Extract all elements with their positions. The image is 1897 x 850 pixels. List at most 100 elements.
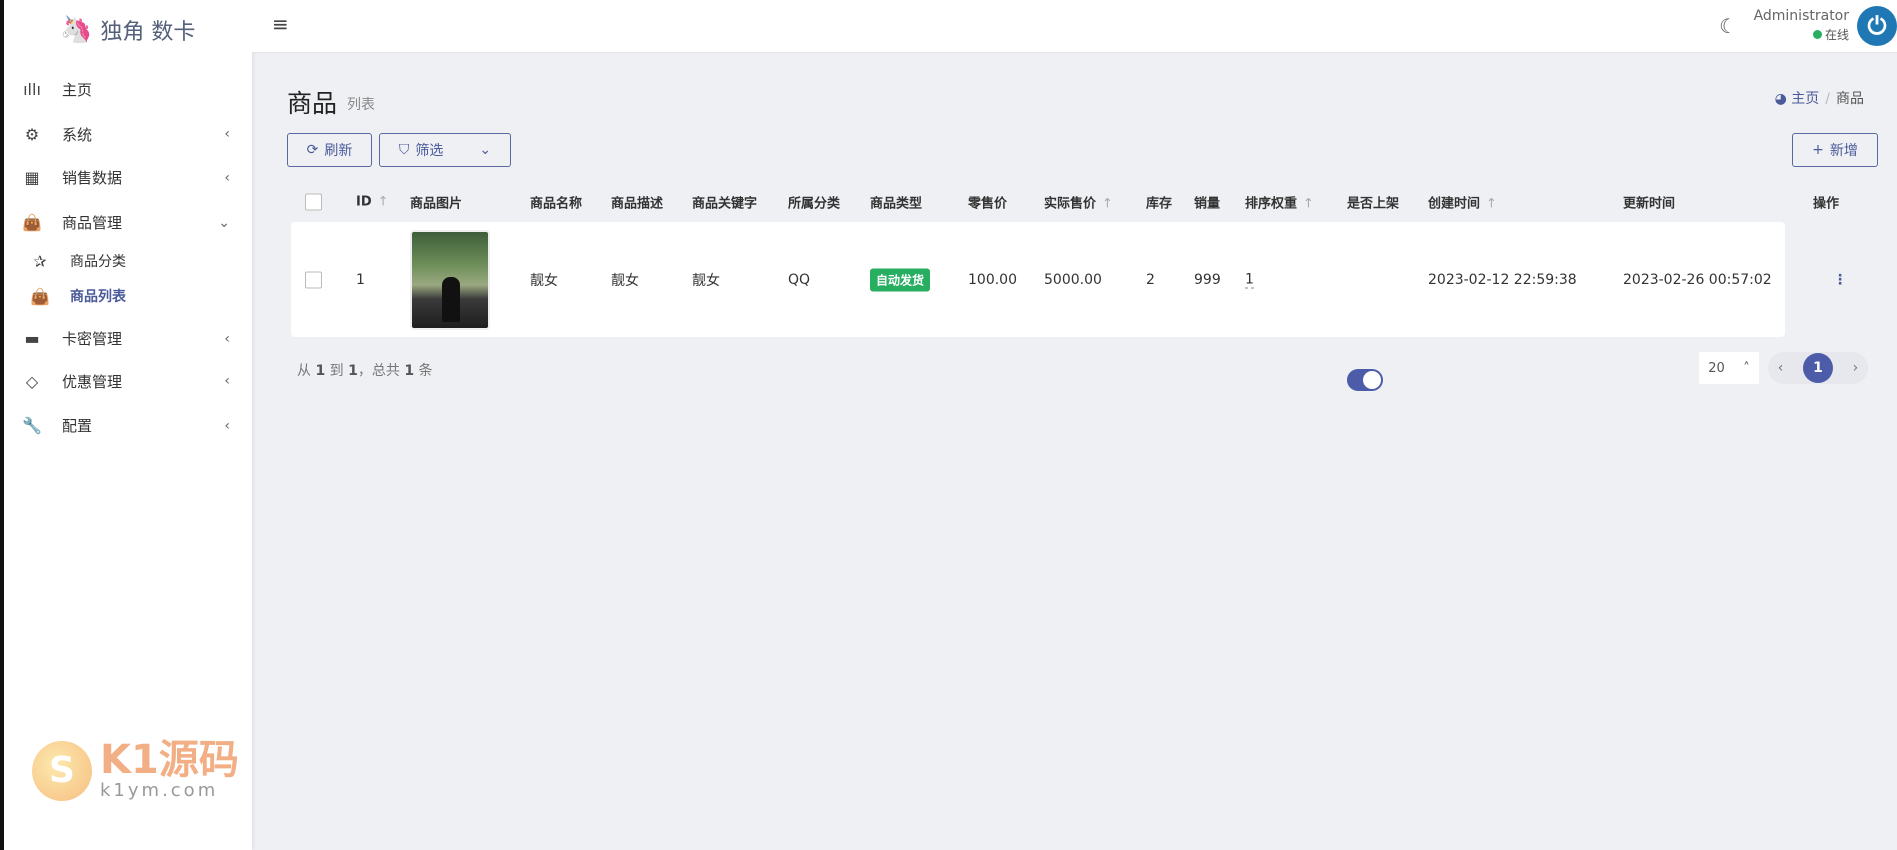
pagination-summary: 从 1 到 1，总共 1 条	[297, 360, 433, 380]
watermark-text: K1源码	[100, 737, 239, 783]
column-header: 库存	[1146, 193, 1172, 212]
column-header: 商品关键字	[692, 193, 757, 212]
filter-button[interactable]: ⛉ 筛选 ⌄	[379, 133, 511, 167]
sidebar-item-label: 商品管理	[62, 214, 123, 233]
sidebar-item-8[interactable]: 🔧 配置 ‹	[20, 411, 236, 441]
column-header: 商品描述	[611, 193, 663, 212]
row-checkbox[interactable]	[305, 271, 322, 288]
sidebar-item-7[interactable]: ◇ 优惠管理 ‹	[20, 366, 236, 396]
summary-to: 1	[348, 363, 358, 379]
sidebar-item-label: 主页	[62, 81, 93, 100]
page-button-current[interactable]: 1	[1803, 353, 1833, 383]
page-subtitle: 列表	[347, 97, 375, 113]
sidebar-item-label: 销售数据	[62, 169, 123, 188]
credit-card-icon: ▬	[24, 329, 40, 349]
brand-name: 独角 数卡	[100, 20, 196, 45]
column-label: 是否上架	[1347, 196, 1400, 212]
select-all-checkbox[interactable]	[305, 193, 322, 211]
cell-sales: 999	[1194, 271, 1221, 288]
sidebar-item-5[interactable]: 👜 商品列表	[28, 281, 236, 311]
chevron-icon: ‹	[224, 169, 230, 186]
sidebar-item-2[interactable]: ▦ 销售数据 ‹	[20, 163, 236, 193]
table-header: ID ↑ 商品图片 商品名称 商品描述 商品关键字 所属分类 商品类型 零售价 实际售价 ↑ 库存 销量…	[291, 183, 1839, 221]
refresh-icon: ⟳	[306, 142, 319, 158]
watermark: S K1源码 k1ym.com	[32, 740, 239, 801]
add-label: 新增	[1829, 143, 1858, 159]
sidebar-item-3[interactable]: 👜 商品管理 ⌄	[20, 208, 236, 238]
more-actions-icon[interactable]: ⋮	[1833, 272, 1847, 288]
chevron-icon: ‹	[224, 417, 230, 434]
summary-text: ，总共	[357, 363, 400, 379]
column-header: 是否上架	[1347, 193, 1399, 212]
cell-actual-price: 5000.00	[1044, 271, 1102, 288]
watermark-url: k1ym.com	[100, 780, 219, 801]
column-header[interactable]: 创建时间 ↑	[1428, 193, 1497, 212]
wrench-icon: 🔧	[22, 416, 42, 436]
column-header: 零售价	[968, 193, 1007, 212]
page-size-value: 20	[1708, 360, 1725, 376]
table-icon: ▦	[24, 168, 40, 188]
column-header: 商品名称	[530, 193, 582, 212]
column-header: 更新时间	[1623, 193, 1675, 212]
menu-toggle-icon[interactable]: ≡	[272, 12, 289, 36]
prev-page-button[interactable]: ‹	[1778, 360, 1784, 376]
sort-arrow-icon[interactable]: ↑	[1102, 197, 1113, 212]
watermark-logo: S	[32, 740, 92, 801]
table-row: 1 靓女 靓女 靓女 QQ 自动发货 100.00 5000.00 2 999 …	[291, 222, 1847, 391]
column-label: 更新时间	[1623, 196, 1676, 212]
sidebar-item-label: 配置	[62, 417, 93, 436]
column-header: 操作	[1813, 193, 1839, 212]
column-label: 创建时间	[1428, 196, 1481, 212]
summary-from: 1	[315, 363, 326, 379]
refresh-label: 刷新	[324, 143, 353, 159]
chevron-up-icon: ˄	[1743, 360, 1750, 376]
column-header[interactable]: 实际售价 ↑	[1044, 193, 1113, 212]
column-label: 所属分类	[788, 196, 841, 212]
column-label: 商品类型	[870, 196, 923, 212]
sidebar-item-label: 系统	[62, 125, 93, 144]
sidebar-item-4[interactable]: ✰ 商品分类	[28, 246, 236, 276]
cell-weight-editable[interactable]: 1	[1245, 271, 1254, 288]
dashboard-icon: ◕	[1774, 91, 1787, 107]
sort-arrow-icon[interactable]: ↑	[378, 195, 389, 210]
shopping-bag-icon: 👜	[30, 286, 50, 306]
page-size-select[interactable]: 20 ˄	[1699, 352, 1759, 384]
cell-updated: 2023-02-26 00:57:02	[1623, 271, 1772, 288]
sort-arrow-icon[interactable]: ↑	[1303, 197, 1314, 212]
column-label: ID	[356, 194, 372, 210]
filter-icon: ⛉	[398, 142, 410, 158]
gear-icon: ⚙	[24, 124, 40, 144]
user-name: Administrator	[1753, 8, 1849, 24]
sidebar-item-0[interactable]: ıllı 主页	[20, 75, 236, 105]
dark-mode-icon[interactable]: ☾	[1719, 14, 1737, 38]
breadcrumb-current: 商品	[1836, 91, 1864, 107]
filter-label: 筛选	[415, 143, 444, 159]
product-image[interactable]	[410, 229, 490, 330]
next-page-button[interactable]: ›	[1853, 360, 1859, 376]
column-label: 操作	[1813, 196, 1840, 212]
sidebar-item-1[interactable]: ⚙ 系统 ‹	[20, 119, 236, 149]
sidebar-item-label: 商品列表	[70, 289, 126, 306]
column-header[interactable]: 排序权重 ↑	[1245, 193, 1314, 212]
plus-icon: +	[1812, 142, 1824, 158]
user-info[interactable]: Administrator 在线	[1754, 8, 1849, 43]
column-label: 商品名称	[530, 196, 583, 212]
column-header[interactable]: ID ↑	[356, 195, 389, 210]
cell-stock: 2	[1146, 271, 1155, 288]
add-button[interactable]: + 新增	[1792, 133, 1878, 167]
refresh-button[interactable]: ⟳ 刷新	[287, 133, 372, 167]
summary-text: 到	[329, 363, 344, 379]
column-header: 商品类型	[870, 193, 922, 212]
on-sale-toggle[interactable]	[1347, 368, 1383, 391]
page-title: 商品	[287, 89, 338, 118]
avatar[interactable]: ⏻	[1857, 6, 1897, 46]
sort-arrow-icon[interactable]: ↑	[1486, 197, 1497, 212]
pagination: ‹ 1 ›	[1768, 352, 1868, 384]
sidebar: 🦄 独角 数卡 ıllı 主页 ⚙ 系统 ‹ ▦ 销售数据 ‹ 👜 商品管理 ⌄ ✰ 商品分类 👜 商品列表…	[0, 0, 252, 850]
sidebar-item-6[interactable]: ▬ 卡密管理 ‹	[20, 324, 236, 354]
breadcrumb-home[interactable]: 主页	[1791, 91, 1819, 107]
user-status: 在线	[1824, 28, 1849, 42]
column-label: 排序权重	[1245, 196, 1298, 212]
brand-logo[interactable]: 🦄 独角 数卡	[60, 14, 195, 46]
bar-chart-icon: ıllı	[23, 80, 41, 100]
